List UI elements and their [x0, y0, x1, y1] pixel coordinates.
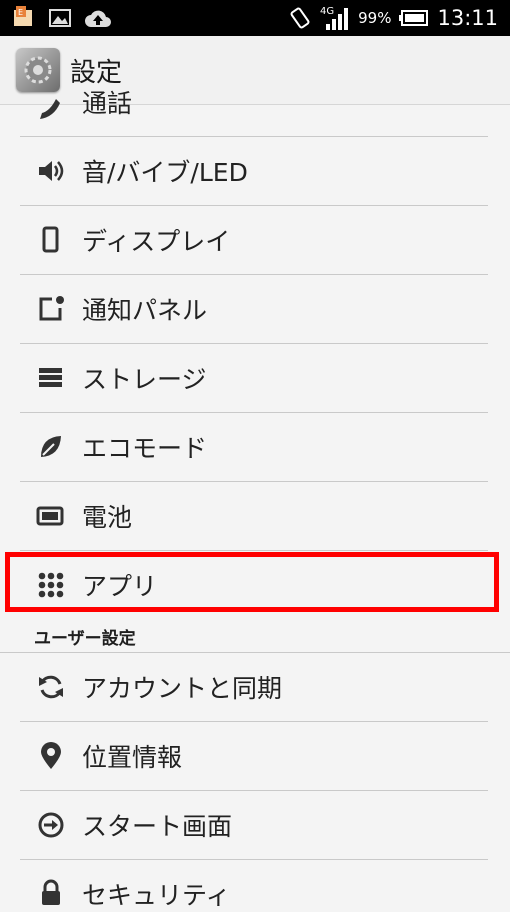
- setting-item-accounts-sync[interactable]: アカウントと同期: [0, 653, 510, 721]
- highlight-box: [5, 552, 499, 612]
- setting-item-start-screen[interactable]: スタート画面: [0, 791, 510, 859]
- start-screen-icon: [38, 812, 64, 838]
- vibrate-icon: [290, 7, 310, 29]
- leaf-icon: [41, 436, 61, 457]
- svg-text:E: E: [18, 8, 23, 17]
- section-header: ユーザー設定: [0, 620, 510, 652]
- speaker-icon: [39, 161, 64, 181]
- setting-item-call[interactable]: 通話: [0, 86, 510, 130]
- setting-item-label: 電池: [82, 503, 133, 532]
- sync-icon: [39, 675, 63, 699]
- battery-status-icon: [399, 10, 429, 26]
- image-notification-icon: [49, 9, 71, 27]
- svg-text:4G: 4G: [320, 6, 334, 17]
- setting-item-label: アカウントと同期: [82, 674, 283, 703]
- setting-item-sound[interactable]: 音/バイブ/LED: [0, 137, 510, 205]
- location-pin-icon: [41, 742, 61, 769]
- section-header-label: ユーザー設定: [34, 629, 136, 649]
- setting-item-label: エコモード: [82, 434, 208, 463]
- battery-icon: [36, 506, 64, 526]
- setting-item-label: 通話: [82, 89, 133, 118]
- setting-item-label: 位置情報: [82, 743, 183, 772]
- setting-item-security[interactable]: セキュリティ: [0, 860, 510, 910]
- setting-item-label: ディスプレイ: [82, 227, 231, 256]
- setting-item-label: 音/バイブ/LED: [82, 158, 248, 187]
- setting-item-location[interactable]: 位置情報: [0, 722, 510, 790]
- setting-item-display[interactable]: ディスプレイ: [0, 206, 510, 274]
- storage-icon: [39, 368, 62, 387]
- email-notification-icon: E: [14, 6, 32, 26]
- status-bar: E 4G 99% 13:11: [0, 0, 510, 36]
- clock-time: 13:11: [437, 6, 498, 30]
- lock-icon: [42, 879, 60, 905]
- setting-item-label: スタート画面: [82, 812, 233, 841]
- display-icon: [42, 226, 59, 253]
- battery-percent: 99%: [358, 9, 392, 27]
- setting-item-storage[interactable]: ストレージ: [0, 344, 510, 412]
- cloud-upload-icon: [85, 10, 111, 27]
- notification-icon: [39, 296, 64, 321]
- setting-item-label: 通知パネル: [82, 296, 208, 325]
- setting-item-label: ストレージ: [82, 365, 207, 394]
- setting-item-notification-panel[interactable]: 通知パネル: [0, 275, 510, 343]
- setting-item-eco-mode[interactable]: エコモード: [0, 413, 510, 481]
- phone-icon: [40, 99, 60, 119]
- signal-4g-icon: 4G: [320, 6, 349, 30]
- setting-item-battery[interactable]: 電池: [0, 482, 510, 550]
